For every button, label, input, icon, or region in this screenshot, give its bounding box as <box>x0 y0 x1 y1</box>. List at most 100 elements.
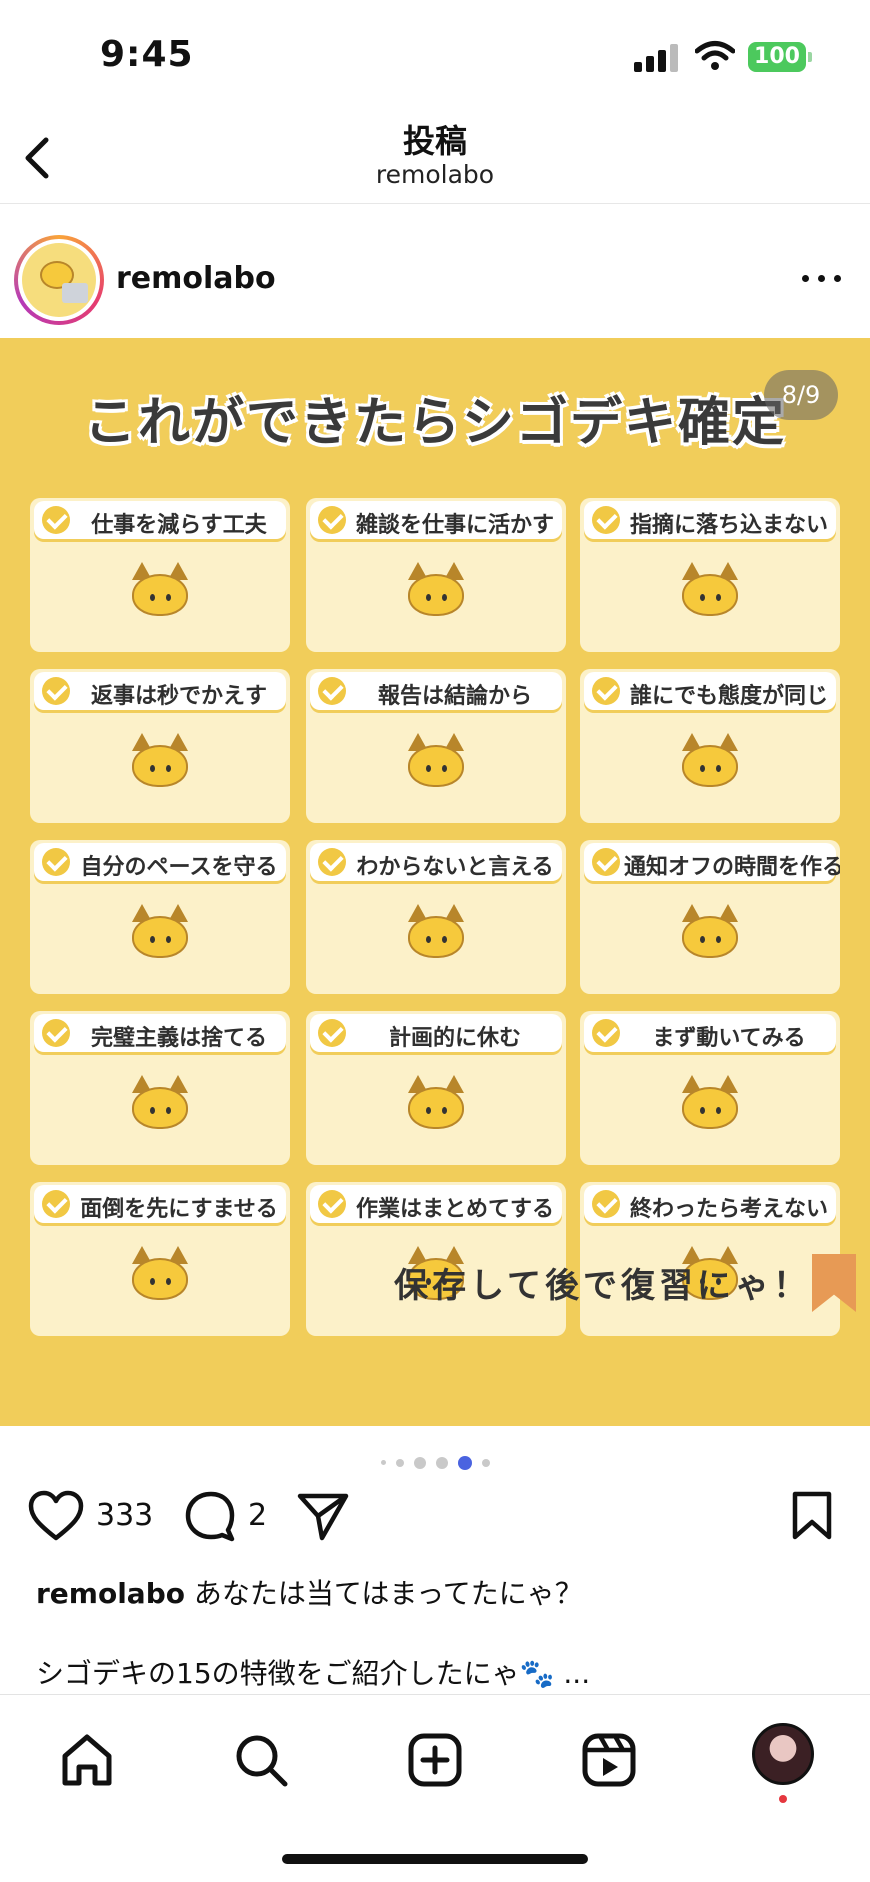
caption-username[interactable]: remolabo <box>36 1577 185 1610</box>
cat-avatar-image <box>22 243 96 317</box>
cat-illustration <box>676 1073 744 1139</box>
create-post-icon[interactable] <box>406 1731 464 1789</box>
top-header: 投稿 remolabo <box>0 110 870 204</box>
caption-text: あなたは当てはまってたにゃ？ <box>193 1577 583 1610</box>
cat-illustration <box>126 731 194 797</box>
comment-icon[interactable] <box>184 1490 236 1542</box>
notification-dot <box>779 1795 787 1803</box>
trait-card-label: わからないと言える <box>310 843 562 881</box>
trait-card-label: まず動いてみる <box>584 1014 836 1052</box>
search-icon[interactable] <box>232 1731 290 1789</box>
trait-card-label: 誰にでも態度が同じ <box>584 672 836 710</box>
trait-card-text: 指摘に落ち込まない <box>629 513 828 538</box>
cellular-signal-icon <box>634 44 680 72</box>
post-carousel-image[interactable]: これができたらシゴデキ確定 8/9 仕事を減らす工夫 雑談を仕事に活かす 指摘に落ち… <box>0 338 870 1426</box>
home-indicator[interactable] <box>282 1854 588 1864</box>
trait-card: 指摘に落ち込まない <box>580 498 840 652</box>
comment-count[interactable]: 2 <box>248 1498 267 1533</box>
wifi-icon <box>695 41 735 70</box>
cat-illustration <box>126 1073 194 1139</box>
trait-card-label: 自分のペースを守る <box>34 843 286 881</box>
cat-illustration <box>676 560 744 626</box>
status-time: 9:45 <box>100 34 194 75</box>
slide-title: これができたらシゴデキ確定 <box>83 393 786 453</box>
home-icon[interactable] <box>58 1731 116 1789</box>
trait-card-text: 面倒を先にすませる <box>80 1197 278 1222</box>
trait-card-label: 通知オフの時間を作る <box>584 843 840 881</box>
post-author-username[interactable]: remolabo <box>116 261 276 296</box>
checkmark-icon <box>42 848 70 876</box>
page-title: 投稿 <box>402 122 467 160</box>
trait-card-text: 返事は秒でかえす <box>90 684 267 709</box>
like-count[interactable]: 333 <box>96 1498 153 1533</box>
carousel-dot <box>435 1456 448 1469</box>
post-caption: remolabo あなたは当てはまってたにゃ？ <box>36 1574 846 1614</box>
trait-card: 通知オフの時間を作る <box>580 840 840 994</box>
cat-illustration <box>402 1073 470 1139</box>
post-actions: 333 2 <box>0 1490 870 1550</box>
checkmark-icon <box>592 677 620 705</box>
battery-tip <box>808 52 812 62</box>
checkmark-icon <box>318 1019 346 1047</box>
checkmark-icon <box>318 506 346 534</box>
trait-card-text: 仕事を減らす工夫 <box>91 513 267 538</box>
more-options-icon[interactable] <box>800 267 844 291</box>
carousel-dot <box>395 1458 404 1467</box>
trait-card-text: 自分のペースを守る <box>80 855 278 880</box>
trait-card-label: 計画的に休む <box>310 1014 562 1052</box>
cat-illustration <box>402 902 470 968</box>
checkmark-icon <box>592 1019 620 1047</box>
battery-indicator: 100 <box>748 42 806 72</box>
carousel-dots <box>0 1452 870 1470</box>
trait-card-text: 終わったら考えない <box>629 1197 828 1222</box>
author-avatar[interactable] <box>14 235 104 325</box>
trait-card: わからないと言える <box>306 840 566 994</box>
cat-illustration <box>126 1244 194 1310</box>
trait-card-text: 通知オフの時間を作る <box>624 855 840 880</box>
trait-card-label: 雑談を仕事に活かす <box>310 501 562 539</box>
carousel-dot <box>413 1456 426 1469</box>
heart-icon[interactable] <box>28 1490 84 1542</box>
trait-card-text: わからないと言える <box>356 855 554 880</box>
checkmark-icon <box>42 1019 70 1047</box>
checkmark-icon <box>42 1190 70 1218</box>
trait-card-label: 完璧主義は捨てる <box>34 1014 286 1052</box>
checkmark-icon <box>42 677 70 705</box>
cat-illustration <box>676 902 744 968</box>
trait-card-text: 雑談を仕事に活かす <box>355 513 554 538</box>
trait-card-label: 指摘に落ち込まない <box>584 501 836 539</box>
trait-card-text: 報告は結論から <box>377 684 532 709</box>
carousel-dot <box>457 1455 472 1470</box>
checkmark-icon <box>592 848 620 876</box>
carousel-dot <box>481 1458 490 1467</box>
checkmark-icon <box>318 677 346 705</box>
trait-card-label: 返事は秒でかえす <box>34 672 286 710</box>
trait-card-text: 作業はまとめてする <box>355 1197 554 1222</box>
slide-footer-text: 保存して後で復習にゃ！ <box>394 1266 811 1306</box>
trait-card-label: 報告は結論から <box>310 672 562 710</box>
paper-plane-icon[interactable] <box>296 1490 350 1542</box>
cat-illustration <box>402 560 470 626</box>
caption-line-2[interactable]: シゴデキの15の特徴をご紹介したにゃ🐾 ... <box>36 1654 846 1694</box>
cat-illustration <box>126 902 194 968</box>
trait-card: 面倒を先にすませる <box>30 1182 290 1336</box>
avatar-inner <box>18 239 100 321</box>
trait-card: 誰にでも態度が同じ <box>580 669 840 823</box>
profile-avatar-tab[interactable] <box>752 1723 814 1785</box>
checkmark-icon <box>318 1190 346 1218</box>
checkmark-icon <box>592 1190 620 1218</box>
cat-illustration <box>126 560 194 626</box>
trait-card-text: まず動いてみる <box>652 1026 806 1051</box>
trait-card-text: 完璧主義は捨てる <box>90 1026 267 1051</box>
trait-card: 計画的に休む <box>306 1011 566 1165</box>
page-subtitle: remolabo <box>375 160 495 189</box>
trait-card: まず動いてみる <box>580 1011 840 1165</box>
cat-illustration <box>402 731 470 797</box>
trait-card-label: 終わったら考えない <box>584 1185 836 1223</box>
cat-illustration <box>676 731 744 797</box>
post-header: remolabo <box>0 205 870 337</box>
reels-icon[interactable] <box>580 1731 638 1789</box>
trait-card: 報告は結論から <box>306 669 566 823</box>
bookmark-icon[interactable] <box>790 1490 834 1542</box>
status-bar: 9:45 100 <box>0 0 870 110</box>
